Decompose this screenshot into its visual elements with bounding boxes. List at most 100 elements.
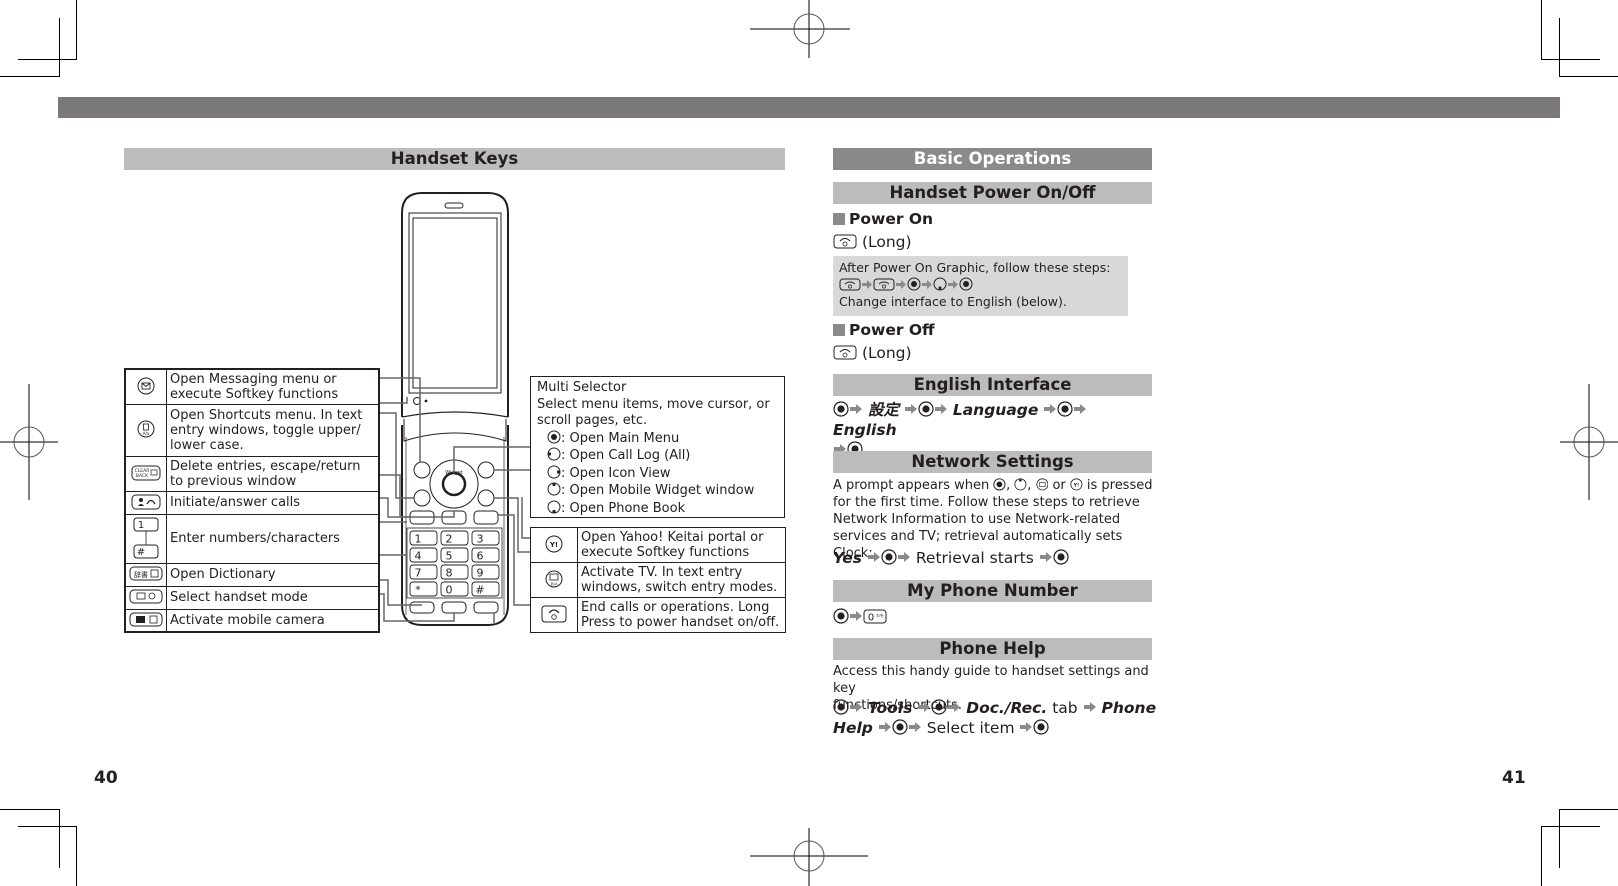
table-row: Activate mobile camera xyxy=(124,608,380,633)
callout-text: Activate TV. In text entry windows, swit… xyxy=(577,562,786,598)
end-power-key-icon xyxy=(833,234,857,249)
keypad-key-label: 6 xyxy=(477,550,484,563)
table-row: A/a Open Shortcuts menu. In text entry w… xyxy=(124,403,380,457)
multi-selector-description: Select menu items, move cursor, or scrol… xyxy=(537,396,770,429)
selector-center-icon xyxy=(931,699,947,715)
arrow-right-icon xyxy=(934,404,947,414)
top-banner-bar xyxy=(58,97,1560,118)
dictionary-key-icon: 辞書 xyxy=(129,566,163,581)
multi-selector-item: : Open Icon View xyxy=(537,465,778,483)
table-row: Initiate/answer calls xyxy=(124,490,380,515)
table-row: 辞書 Open Dictionary xyxy=(124,562,380,587)
subheading-power-on: Power On xyxy=(833,209,933,229)
power-on-note: After Power On Graphic, follow these ste… xyxy=(833,256,1128,316)
table-row: Y! Open Yahoo! Keitai portal or execute … xyxy=(530,527,786,563)
keypad-key-label: 8 xyxy=(446,567,453,580)
selector-center-icon xyxy=(1057,401,1073,417)
end-power-key-icon xyxy=(839,278,861,291)
selector-down-icon xyxy=(547,500,561,513)
svg-text:Y!: Y! xyxy=(549,541,558,549)
multi-selector-item: : Open Mobile Widget window xyxy=(537,482,778,500)
power-on-key-sequence xyxy=(839,276,1122,293)
heading-my-phone-number: My Phone Number xyxy=(833,580,1152,602)
arrow-right-icon xyxy=(867,552,880,562)
selector-center-icon xyxy=(918,401,934,417)
send-key-icon xyxy=(131,494,161,509)
arrow-right-icon xyxy=(908,722,921,732)
callout-text: Delete entries, escape/return to previou… xyxy=(166,455,380,492)
section-title-handset-keys: Handset Keys xyxy=(124,148,785,170)
table-row: Select handset mode xyxy=(124,585,380,610)
heading-english-interface: English Interface xyxy=(833,374,1152,396)
selector-left-icon xyxy=(547,447,561,461)
multi-selector-item: : Open Phone Book xyxy=(537,500,778,518)
number-keys-icon: 1# xyxy=(133,517,159,558)
yahoo-key-icon: Y! xyxy=(1070,478,1083,491)
arrow-right-icon xyxy=(1083,702,1096,712)
mode-key-icon xyxy=(129,589,163,604)
svg-text:あ/A: あ/A xyxy=(550,581,558,586)
table-row: End calls or operations. Long Press to p… xyxy=(530,597,786,633)
multi-selector-item: : Open Call Log (All) xyxy=(537,447,778,465)
arrow-right-icon xyxy=(948,280,958,289)
phone-help-steps: Tools Doc./Rec. tab Phone Help Select ite… xyxy=(833,699,1157,737)
selector-down-icon xyxy=(933,277,947,291)
keypad-key-label: 7 xyxy=(415,567,422,580)
selector-center-icon xyxy=(833,699,849,715)
zero-key-icon: 0 わを xyxy=(863,609,887,624)
registration-mark-right xyxy=(1560,384,1618,500)
keypad-key-label: 0 xyxy=(446,584,453,597)
phone-earpiece xyxy=(444,202,464,209)
heading-phone-help: Phone Help xyxy=(833,638,1152,660)
arrow-right-icon xyxy=(897,552,910,562)
selector-center-icon xyxy=(892,719,908,735)
svg-text:0: 0 xyxy=(868,613,874,624)
selector-center-icon xyxy=(907,277,921,291)
yahoo-key-icon: Y! xyxy=(545,535,563,553)
callout-text: Open Yahoo! Keitai portal or execute Sof… xyxy=(577,527,786,563)
svg-text:Y!: Y! xyxy=(1072,483,1079,489)
multi-selector-title: Multi Selector xyxy=(537,380,627,395)
arrow-right-icon xyxy=(850,702,862,712)
keypad-key-label: * xyxy=(415,584,421,597)
svg-text:1: 1 xyxy=(138,520,144,531)
arrow-right-icon xyxy=(850,611,862,621)
selector-up-icon xyxy=(1014,478,1027,491)
end-power-key-icon xyxy=(541,605,567,623)
clear-back-key-icon: CLEARBACK xyxy=(131,465,161,480)
square-bullet-icon xyxy=(833,213,845,225)
keypad-key xyxy=(409,581,438,597)
arrow-right-icon xyxy=(862,280,872,289)
shortcut-key-icon: A/a xyxy=(137,420,155,438)
keypad-key-label: 2 xyxy=(446,533,453,546)
selector-center-icon xyxy=(881,549,897,565)
network-settings-steps: Yes Retrieval starts xyxy=(833,548,1069,568)
subheading-power-off: Power Off xyxy=(833,320,935,340)
arrow-right-icon xyxy=(904,404,917,414)
power-on-step: (Long) xyxy=(833,232,912,252)
callout-text: Open Messaging menu or execute Softkey f… xyxy=(166,368,380,405)
arrow-right-icon xyxy=(896,280,906,289)
keypad-key-label: 5 xyxy=(446,550,453,563)
left-key-callout-table: Open Messaging menu or execute Softkey f… xyxy=(124,368,380,633)
selector-center-icon xyxy=(1053,549,1069,565)
selector-right-icon xyxy=(547,465,561,478)
section-title-basic-operations: Basic Operations xyxy=(833,148,1152,170)
arrow-right-icon xyxy=(948,702,961,712)
table-row: あ/A Activate TV. In text entry windows, … xyxy=(530,562,786,598)
svg-text:A/a: A/a xyxy=(143,431,150,436)
end-power-key-icon xyxy=(873,278,895,291)
callout-text: Enter numbers/characters xyxy=(166,513,380,564)
keypad-key-label: 3 xyxy=(477,533,484,546)
heading-network-settings: Network Settings xyxy=(833,451,1152,473)
registration-mark-bottom xyxy=(750,828,868,886)
selector-center-icon xyxy=(833,608,849,624)
multi-selector-box: Multi Selector Select menu items, move c… xyxy=(530,376,785,518)
square-bullet-icon xyxy=(833,324,845,336)
svg-text:辞書: 辞書 xyxy=(134,570,148,579)
arrow-right-icon xyxy=(1074,404,1087,414)
table-row: 1 # Enter numbers/characters xyxy=(124,513,380,564)
arrow-right-icon xyxy=(878,722,891,732)
callout-text: Open Dictionary xyxy=(166,562,380,587)
registration-mark-top xyxy=(750,0,850,58)
